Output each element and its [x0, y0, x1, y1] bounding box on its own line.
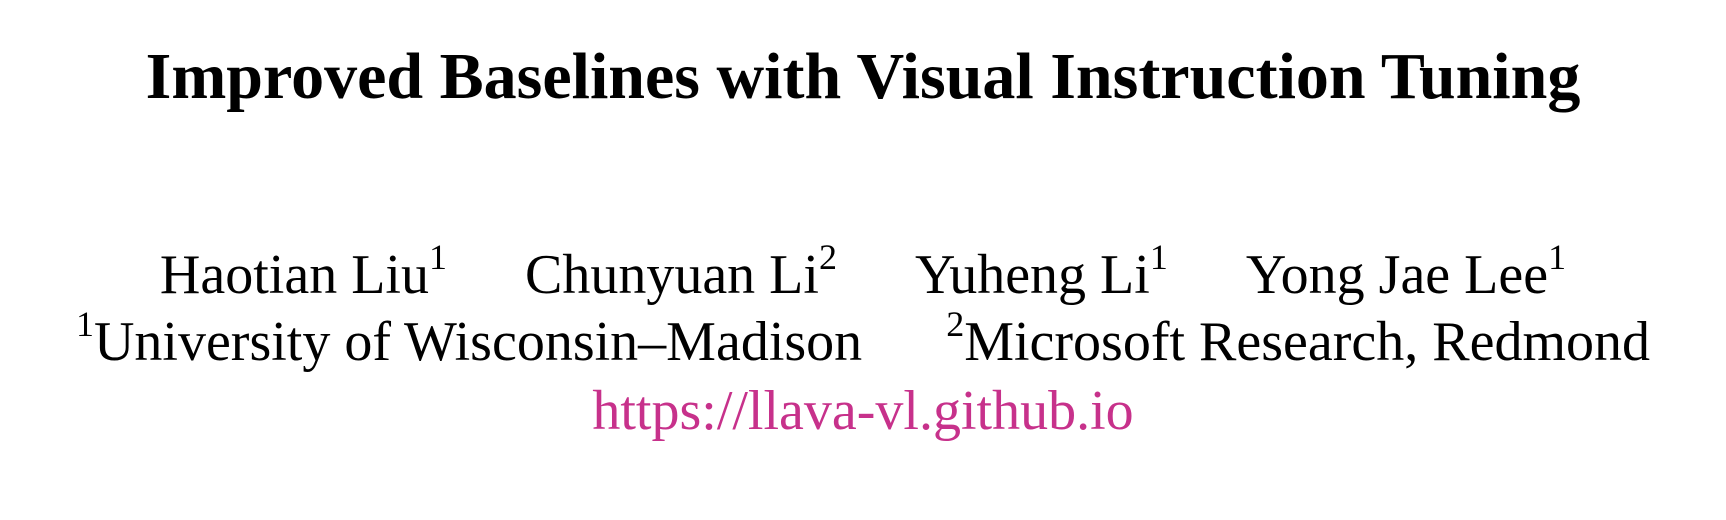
- affiliation-mark: 2: [946, 304, 965, 345]
- author-list: Haotian Liu1 Chunyuan Li2 Yuheng Li1 Yong J…: [0, 239, 1726, 306]
- author-name: Yuheng Li: [914, 244, 1150, 306]
- paper-title: Improved Baselines with Visual Instructi…: [145, 40, 1581, 113]
- affiliation-2: 2Microsoft Research, Redmond: [946, 306, 1651, 373]
- author-3: Yuheng Li1: [914, 239, 1168, 306]
- author-name: Chunyuan Li: [524, 244, 819, 306]
- affiliation-mark: 1: [428, 237, 447, 278]
- affiliation-list: 1University of Wisconsin–Madison 2Microso…: [0, 306, 1726, 373]
- affiliation-name: University of Wisconsin–Madison: [93, 311, 863, 373]
- affiliation-mark: 1: [1149, 237, 1168, 278]
- affiliation-mark: 2: [818, 237, 837, 278]
- affiliation-1: 1University of Wisconsin–Madison: [76, 306, 863, 373]
- project-url-line: https://llava-vl.github.io: [0, 383, 1726, 439]
- project-url-link[interactable]: https://llava-vl.github.io: [592, 380, 1133, 442]
- author-name: Haotian Liu: [159, 244, 429, 306]
- author-name: Yong Jae Lee: [1245, 244, 1549, 306]
- author-4: Yong Jae Lee1: [1245, 239, 1566, 306]
- affiliation-mark: 1: [75, 304, 94, 345]
- author-2: Chunyuan Li2: [524, 239, 837, 306]
- paper-header: Improved Baselines with Visual Instructi…: [0, 0, 1726, 520]
- affiliation-name: Microsoft Research, Redmond: [964, 311, 1651, 373]
- affiliation-mark: 1: [1548, 237, 1567, 278]
- author-1: Haotian Liu1: [159, 239, 447, 306]
